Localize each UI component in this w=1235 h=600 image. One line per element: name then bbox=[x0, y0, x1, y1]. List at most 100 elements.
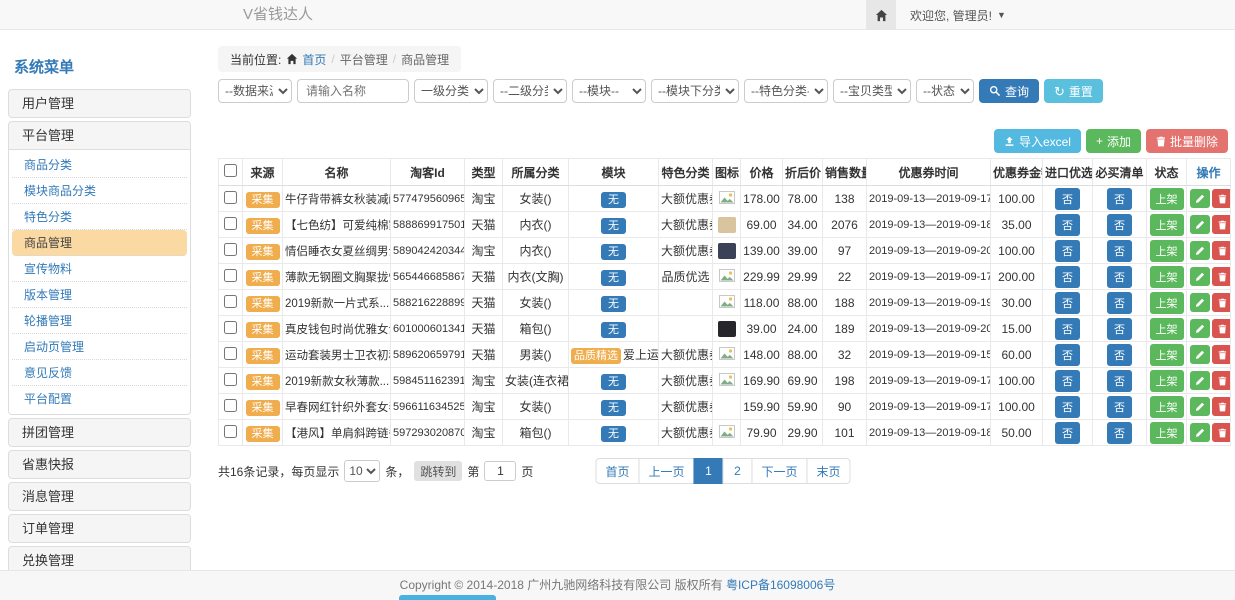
must-buy-toggle[interactable]: 否 bbox=[1107, 344, 1132, 366]
imported-toggle[interactable]: 否 bbox=[1055, 396, 1080, 418]
sidebar-group[interactable]: 拼团管理 bbox=[9, 419, 190, 446]
sidebar-item[interactable]: 版本管理 bbox=[12, 282, 187, 308]
sidebar-item[interactable]: 商品分类 bbox=[12, 152, 187, 178]
imported-toggle[interactable]: 否 bbox=[1055, 292, 1080, 314]
edit-button[interactable] bbox=[1190, 345, 1210, 364]
sidebar-item[interactable]: 启动页管理 bbox=[12, 334, 187, 360]
filter-category-level1[interactable]: 一级分类 bbox=[414, 79, 488, 103]
imported-toggle[interactable]: 否 bbox=[1055, 188, 1080, 210]
sidebar-group[interactable]: 省惠快报 bbox=[9, 451, 190, 478]
row-checkbox[interactable] bbox=[224, 399, 237, 412]
imported-toggle[interactable]: 否 bbox=[1055, 422, 1080, 444]
first-page-button[interactable]: 首页 bbox=[595, 458, 639, 484]
sidebar-group[interactable]: 消息管理 bbox=[9, 483, 190, 510]
batch-delete-button[interactable]: 批量删除 bbox=[1146, 129, 1228, 153]
status-badge[interactable]: 上架 bbox=[1150, 188, 1184, 210]
filter-data-source[interactable]: --数据来源-- bbox=[218, 79, 292, 103]
delete-button[interactable] bbox=[1212, 267, 1231, 286]
row-checkbox[interactable] bbox=[224, 269, 237, 282]
must-buy-toggle[interactable]: 否 bbox=[1107, 240, 1132, 262]
status-badge[interactable]: 上架 bbox=[1150, 344, 1184, 366]
icp-link[interactable]: 粤ICP备16098006号 bbox=[726, 578, 835, 592]
row-checkbox[interactable] bbox=[224, 347, 237, 360]
delete-button[interactable] bbox=[1212, 423, 1231, 442]
status-badge[interactable]: 上架 bbox=[1150, 318, 1184, 340]
last-page-button[interactable]: 末页 bbox=[807, 458, 851, 484]
jump-to-button[interactable]: 跳转到 bbox=[414, 461, 462, 481]
must-buy-toggle[interactable]: 否 bbox=[1107, 292, 1132, 314]
status-badge[interactable]: 上架 bbox=[1150, 422, 1184, 444]
sidebar-group[interactable]: 用户管理 bbox=[9, 90, 190, 117]
page-button-2[interactable]: 2 bbox=[723, 458, 753, 484]
status-badge[interactable]: 上架 bbox=[1150, 240, 1184, 262]
edit-button[interactable] bbox=[1190, 189, 1210, 208]
breadcrumb-home-link[interactable]: 首页 bbox=[286, 51, 326, 68]
prev-page-button[interactable]: 上一页 bbox=[638, 458, 694, 484]
row-checkbox[interactable] bbox=[224, 243, 237, 256]
sidebar-item[interactable]: 商品管理 bbox=[12, 230, 187, 256]
edit-button[interactable] bbox=[1190, 267, 1210, 286]
row-checkbox[interactable] bbox=[224, 321, 237, 334]
reset-button[interactable]: ↻重置 bbox=[1044, 79, 1103, 103]
delete-button[interactable] bbox=[1212, 371, 1231, 390]
filter-category-level2[interactable]: --二级分类-- bbox=[493, 79, 567, 103]
filter-feature-category[interactable]: --特色分类-- bbox=[744, 79, 828, 103]
must-buy-toggle[interactable]: 否 bbox=[1107, 214, 1132, 236]
status-badge[interactable]: 上架 bbox=[1150, 214, 1184, 236]
must-buy-toggle[interactable]: 否 bbox=[1107, 370, 1132, 392]
filter-module-sub[interactable]: --模块下分类-- bbox=[651, 79, 739, 103]
edit-button[interactable] bbox=[1190, 371, 1210, 390]
status-badge[interactable]: 上架 bbox=[1150, 370, 1184, 392]
select-all-checkbox[interactable] bbox=[224, 164, 237, 177]
delete-button[interactable] bbox=[1212, 397, 1231, 416]
delete-button[interactable] bbox=[1212, 293, 1231, 312]
delete-button[interactable] bbox=[1212, 215, 1231, 234]
filter-item-type[interactable]: --宝贝类型-- bbox=[833, 79, 911, 103]
must-buy-toggle[interactable]: 否 bbox=[1107, 396, 1132, 418]
status-badge[interactable]: 上架 bbox=[1150, 396, 1184, 418]
sidebar-item[interactable]: 模块商品分类 bbox=[12, 178, 187, 204]
row-checkbox[interactable] bbox=[224, 373, 237, 386]
sidebar-item[interactable]: 平台配置 bbox=[12, 386, 187, 412]
per-page-select[interactable]: 10 bbox=[344, 460, 380, 482]
user-menu[interactable]: 欢迎您, 管理员! ▼ bbox=[910, 7, 1006, 24]
status-badge[interactable]: 上架 bbox=[1150, 292, 1184, 314]
row-checkbox[interactable] bbox=[224, 217, 237, 230]
add-button[interactable]: + 添加 bbox=[1086, 129, 1141, 153]
next-page-button[interactable]: 下一页 bbox=[752, 458, 808, 484]
edit-button[interactable] bbox=[1190, 241, 1210, 260]
delete-button[interactable] bbox=[1212, 241, 1231, 260]
edit-button[interactable] bbox=[1190, 319, 1210, 338]
imported-toggle[interactable]: 否 bbox=[1055, 240, 1080, 262]
sidebar-item[interactable]: 意见反馈 bbox=[12, 360, 187, 386]
row-checkbox[interactable] bbox=[224, 425, 237, 438]
imported-toggle[interactable]: 否 bbox=[1055, 266, 1080, 288]
delete-button[interactable] bbox=[1212, 345, 1231, 364]
sidebar-item[interactable]: 宣传物料 bbox=[12, 256, 187, 282]
home-button[interactable] bbox=[866, 0, 896, 30]
filter-status[interactable]: --状态-- bbox=[916, 79, 974, 103]
must-buy-toggle[interactable]: 否 bbox=[1107, 188, 1132, 210]
must-buy-toggle[interactable]: 否 bbox=[1107, 318, 1132, 340]
edit-button[interactable] bbox=[1190, 215, 1210, 234]
row-checkbox[interactable] bbox=[224, 295, 237, 308]
edit-button[interactable] bbox=[1190, 397, 1210, 416]
sidebar-item[interactable]: 轮播管理 bbox=[12, 308, 187, 334]
must-buy-toggle[interactable]: 否 bbox=[1107, 422, 1132, 444]
imported-toggle[interactable]: 否 bbox=[1055, 318, 1080, 340]
imported-toggle[interactable]: 否 bbox=[1055, 214, 1080, 236]
sidebar-group[interactable]: 平台管理 bbox=[9, 122, 190, 149]
product-name-input[interactable] bbox=[297, 79, 409, 103]
imported-toggle[interactable]: 否 bbox=[1055, 370, 1080, 392]
edit-button[interactable] bbox=[1190, 423, 1210, 442]
delete-button[interactable] bbox=[1212, 189, 1231, 208]
sidebar-group[interactable]: 订单管理 bbox=[9, 515, 190, 542]
imported-toggle[interactable]: 否 bbox=[1055, 344, 1080, 366]
edit-button[interactable] bbox=[1190, 293, 1210, 312]
must-buy-toggle[interactable]: 否 bbox=[1107, 266, 1132, 288]
status-badge[interactable]: 上架 bbox=[1150, 266, 1184, 288]
import-excel-button[interactable]: 导入excel bbox=[994, 129, 1081, 153]
page-button-1[interactable]: 1 bbox=[694, 458, 724, 484]
delete-button[interactable] bbox=[1212, 319, 1231, 338]
filter-module[interactable]: --模块-- bbox=[572, 79, 646, 103]
